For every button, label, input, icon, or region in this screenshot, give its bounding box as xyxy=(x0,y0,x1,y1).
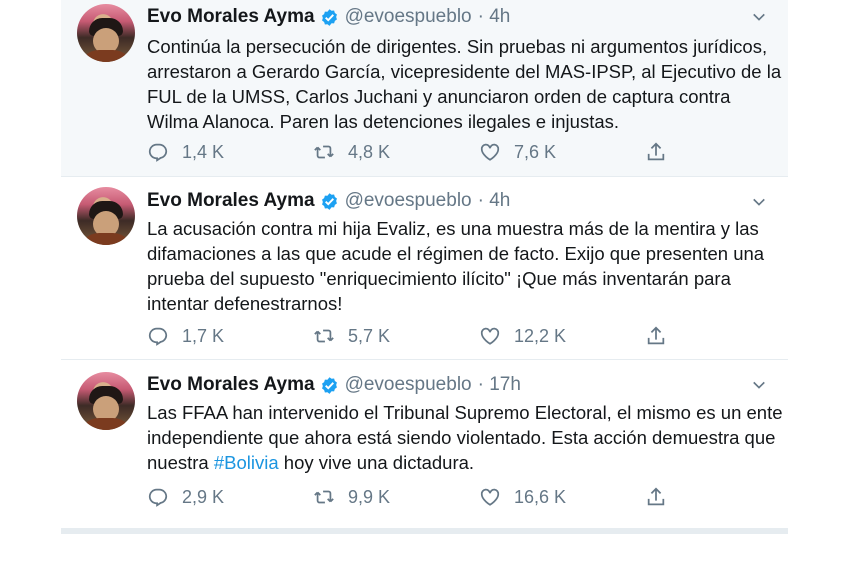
tweet-text-fragment: nuestra xyxy=(147,452,214,473)
retweet-button[interactable]: 5,7 K xyxy=(313,324,390,348)
tweet-time[interactable]: · 17h xyxy=(478,374,521,396)
reply-count: 1,4 K xyxy=(182,141,225,162)
tweet-header: Evo Morales Ayma @evoespueblo · 4h xyxy=(147,6,510,28)
tweet-text-line: Continúa la persecución de dirigentes. S… xyxy=(147,36,768,57)
chevron-down-icon[interactable] xyxy=(750,376,768,394)
verified-badge-icon xyxy=(321,376,337,394)
share-icon xyxy=(647,487,665,506)
reply-button[interactable]: 2,9 K xyxy=(147,485,224,509)
chevron-down-icon[interactable] xyxy=(750,8,768,26)
tweet-header: Evo Morales Ayma @evoespueblo · 4h xyxy=(147,190,510,212)
tweet-header: Evo Morales Ayma @evoespueblo · 17h xyxy=(147,374,521,396)
share-icon xyxy=(647,142,665,161)
tweet-text-line: independiente que ahora está siendo viol… xyxy=(147,427,776,448)
retweet-count: 9,9 K xyxy=(348,486,391,507)
tweet[interactable]: Evo Morales Ayma @evoespueblo · 4h Conti… xyxy=(61,0,788,177)
tweet-text-line: La acusación contra mi hija Evaliz, es u… xyxy=(147,218,759,239)
like-icon xyxy=(480,327,500,345)
like-button[interactable]: 7,6 K xyxy=(479,140,556,164)
retweet-icon xyxy=(314,145,334,159)
chevron-down-icon[interactable] xyxy=(750,193,768,211)
reply-icon xyxy=(148,327,168,346)
retweet-icon xyxy=(314,490,334,504)
avatar[interactable] xyxy=(77,187,135,245)
tweet[interactable]: Evo Morales Ayma @evoespueblo · 17h Las … xyxy=(61,360,788,522)
like-count: 7,6 K xyxy=(514,141,557,162)
avatar[interactable] xyxy=(77,372,135,430)
author-handle[interactable]: @evoespueblo xyxy=(345,6,472,28)
like-button[interactable]: 12,2 K xyxy=(479,324,566,348)
reply-icon xyxy=(148,143,168,162)
reply-count: 1,7 K xyxy=(182,325,225,346)
reply-button[interactable]: 1,4 K xyxy=(147,140,224,164)
reply-count: 2,9 K xyxy=(182,486,225,507)
tweet-text-line: arrestaron a Gerardo García, vicepreside… xyxy=(147,61,782,82)
like-icon xyxy=(480,488,500,506)
share-button[interactable] xyxy=(645,140,667,164)
tweet-time[interactable]: · 4h xyxy=(478,190,511,212)
retweet-icon xyxy=(314,329,334,343)
hashtag-link[interactable]: #Bolivia xyxy=(214,452,279,473)
like-count: 16,6 K xyxy=(514,486,567,507)
tweet-text: La acusación contra mi hija Evaliz, es u… xyxy=(147,216,772,316)
reply-icon xyxy=(148,488,168,507)
tweet-feed: Evo Morales Ayma @evoespueblo · 4h Conti… xyxy=(61,0,788,534)
retweet-button[interactable]: 4,8 K xyxy=(313,140,390,164)
tweet[interactable]: Evo Morales Ayma @evoespueblo · 4h La ac… xyxy=(61,177,788,360)
retweet-count: 5,7 K xyxy=(348,325,391,346)
reply-button[interactable]: 1,7 K xyxy=(147,324,224,348)
tweet-text-line: Las FFAA han intervenido el Tribunal Sup… xyxy=(147,402,783,423)
tweet-actions: 2,9 K 9,9 K 16,6 K xyxy=(147,485,667,509)
like-count: 12,2 K xyxy=(514,325,567,346)
author-name[interactable]: Evo Morales Ayma xyxy=(147,190,315,212)
tweet-actions: 1,4 K 4,8 K 7,6 K xyxy=(147,140,667,164)
retweet-button[interactable]: 9,9 K xyxy=(313,485,390,509)
tweet-text-line: difamaciones a las que acude el régimen … xyxy=(147,243,765,264)
tweet-text-line: prueba del supuesto "enriquecimiento ilí… xyxy=(147,268,731,289)
verified-badge-icon xyxy=(321,192,337,210)
share-button[interactable] xyxy=(645,324,667,348)
tweet-text-line: Wilma Alanoca. Paren las detenciones ile… xyxy=(147,111,620,132)
author-name[interactable]: Evo Morales Ayma xyxy=(147,6,315,28)
tweet-text: Las FFAA han intervenido el Tribunal Sup… xyxy=(147,400,783,475)
avatar[interactable] xyxy=(77,4,135,62)
author-handle[interactable]: @evoespueblo xyxy=(345,190,472,212)
like-button[interactable]: 16,6 K xyxy=(479,485,566,509)
author-handle[interactable]: @evoespueblo xyxy=(345,374,472,396)
like-icon xyxy=(480,143,500,161)
tweet-text-line: FUL de la UMSS, Carlos Juchani y anuncia… xyxy=(147,86,731,107)
verified-badge-icon xyxy=(321,8,337,26)
tweet-text-line: nuestra #Bolivia hoy vive una dictadura. xyxy=(147,450,772,475)
share-icon xyxy=(647,326,665,345)
tweet-text-line: intentar defenestrarnos! xyxy=(147,293,343,314)
author-name[interactable]: Evo Morales Ayma xyxy=(147,374,315,396)
tweet-text: Continúa la persecución de dirigentes. S… xyxy=(147,34,782,134)
tweet-actions: 1,7 K 5,7 K 12,2 K xyxy=(147,324,667,348)
tweet-text-fragment: hoy vive una dictadura. xyxy=(278,452,475,473)
share-button[interactable] xyxy=(645,485,667,509)
tweet-time[interactable]: · 4h xyxy=(478,6,511,28)
retweet-count: 4,8 K xyxy=(348,141,391,162)
